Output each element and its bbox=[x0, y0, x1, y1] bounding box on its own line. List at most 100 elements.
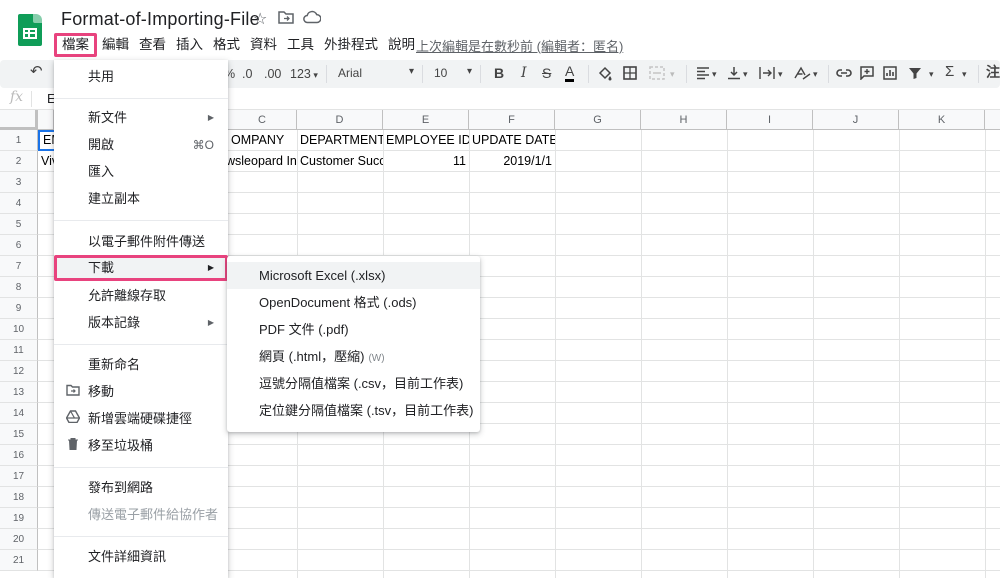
column-header-j[interactable]: J bbox=[813, 110, 899, 130]
cell-c2[interactable]: wsleopard Inc bbox=[226, 151, 297, 172]
column-header-d[interactable]: D bbox=[297, 110, 383, 130]
menu-insert[interactable]: 插入 bbox=[171, 34, 208, 56]
chevron-down-icon[interactable]: ▾ bbox=[962, 66, 967, 82]
row-header[interactable]: 18 bbox=[0, 487, 38, 508]
decrease-decimal-button[interactable]: .0 bbox=[242, 66, 252, 82]
row-header[interactable]: 1 bbox=[0, 130, 38, 151]
functions-button[interactable]: Σ bbox=[945, 64, 954, 80]
menu-view[interactable]: 查看 bbox=[134, 34, 171, 56]
row-header[interactable]: 6 bbox=[0, 235, 38, 256]
font-size-select[interactable]: 10 bbox=[434, 66, 472, 80]
download-html[interactable]: 網頁 (.html，壓縮) (W) bbox=[227, 343, 480, 370]
borders-icon[interactable] bbox=[623, 66, 637, 84]
cell-f2[interactable]: 2019/1/1 bbox=[469, 151, 555, 172]
row-header[interactable]: 11 bbox=[0, 340, 38, 361]
download-ods[interactable]: OpenDocument 格式 (.ods) bbox=[227, 289, 480, 316]
column-header-a[interactable] bbox=[38, 110, 54, 130]
menu-item-new[interactable]: 新文件 ▶ bbox=[54, 105, 228, 131]
cell-d2[interactable]: Customer Succe bbox=[297, 151, 383, 172]
text-rotation-icon[interactable] bbox=[793, 66, 811, 84]
cloud-status-icon[interactable] bbox=[303, 10, 322, 30]
select-all-corner[interactable] bbox=[0, 110, 38, 130]
menu-item-email-attachment[interactable]: 以電子郵件附件傳送 bbox=[54, 229, 228, 255]
row-header[interactable]: 3 bbox=[0, 172, 38, 193]
cell-f1[interactable]: UPDATE DATE bbox=[469, 130, 555, 151]
download-csv[interactable]: 逗號分隔值檔案 (.csv，目前工作表) bbox=[227, 370, 480, 397]
insert-chart-icon[interactable] bbox=[883, 66, 897, 84]
chevron-down-icon[interactable]: ▾ bbox=[778, 66, 783, 82]
row-header[interactable]: 17 bbox=[0, 466, 38, 487]
fill-color-icon[interactable] bbox=[597, 66, 613, 86]
menu-help[interactable]: 說明 bbox=[383, 34, 420, 56]
insert-link-icon[interactable] bbox=[836, 66, 852, 84]
row-header[interactable]: 20 bbox=[0, 529, 38, 550]
cell-e2[interactable]: 11 bbox=[383, 151, 469, 172]
insert-comment-icon[interactable] bbox=[860, 66, 874, 84]
menu-item-share[interactable]: 共用 bbox=[54, 64, 228, 90]
column-header-c[interactable]: C bbox=[228, 110, 297, 130]
row-header[interactable]: 2 bbox=[0, 151, 38, 172]
chevron-down-icon[interactable]: ▾ bbox=[929, 66, 934, 82]
text-color-button[interactable]: A bbox=[565, 64, 575, 82]
column-header-h[interactable]: H bbox=[641, 110, 727, 130]
column-header-i[interactable]: I bbox=[727, 110, 813, 130]
increase-decimal-button[interactable]: .00 bbox=[264, 66, 281, 82]
column-header-f[interactable]: F bbox=[469, 110, 555, 130]
column-header-g[interactable]: G bbox=[555, 110, 641, 130]
vertical-align-icon[interactable] bbox=[727, 66, 741, 84]
chevron-down-icon[interactable]: ▾ bbox=[712, 66, 717, 82]
column-header-k[interactable]: K bbox=[899, 110, 985, 130]
cell-a2[interactable]: Viv bbox=[38, 151, 54, 172]
horizontal-align-icon[interactable] bbox=[696, 66, 710, 84]
row-header[interactable]: 4 bbox=[0, 193, 38, 214]
row-header[interactable]: 12 bbox=[0, 361, 38, 382]
cell-d1[interactable]: DEPARTMENT bbox=[297, 130, 383, 151]
row-header[interactable]: 16 bbox=[0, 445, 38, 466]
row-header[interactable]: 21 bbox=[0, 550, 38, 571]
row-header[interactable]: 13 bbox=[0, 382, 38, 403]
menu-item-add-shortcut[interactable]: 新增雲端硬碟捷徑 bbox=[54, 406, 228, 432]
row-header[interactable]: 15 bbox=[0, 424, 38, 445]
chevron-down-icon[interactable]: ▾ bbox=[813, 66, 818, 82]
sheets-logo-icon[interactable] bbox=[18, 14, 42, 46]
row-header[interactable]: 8 bbox=[0, 277, 38, 298]
column-header-l[interactable] bbox=[985, 110, 1000, 130]
bold-button[interactable]: B bbox=[494, 65, 504, 81]
row-header[interactable]: 10 bbox=[0, 319, 38, 340]
cell-e1[interactable]: EMPLOYEE ID bbox=[383, 130, 469, 151]
menu-item-version-history[interactable]: 版本記錄 ▶ bbox=[54, 310, 228, 336]
menu-item-offline[interactable]: 允許離線存取 bbox=[54, 283, 228, 309]
menu-addons[interactable]: 外掛程式 bbox=[319, 34, 383, 56]
strikethrough-button[interactable]: S bbox=[542, 65, 551, 81]
document-title[interactable]: Format-of-Importing-File bbox=[61, 9, 260, 30]
merge-cells-icon[interactable] bbox=[649, 66, 665, 84]
row-header[interactable]: 5 bbox=[0, 214, 38, 235]
more-toolbar-button[interactable]: 注 bbox=[986, 64, 1000, 80]
last-edit-link[interactable]: 上次編輯是在數秒前 (編輯者：匿名) bbox=[416, 36, 623, 55]
menu-item-import[interactable]: 匯入 bbox=[54, 159, 228, 185]
row-header[interactable]: 7 bbox=[0, 256, 38, 277]
cell-c1[interactable]: OMPANY bbox=[228, 130, 297, 151]
chevron-down-icon[interactable]: ▾ bbox=[743, 66, 748, 82]
menu-item-details[interactable]: 文件詳細資訊 bbox=[54, 544, 228, 570]
menu-item-rename[interactable]: 重新命名 bbox=[54, 352, 228, 378]
download-tsv[interactable]: 定位鍵分隔值檔案 (.tsv，目前工作表) bbox=[227, 397, 480, 424]
menu-data[interactable]: 資料 bbox=[245, 34, 282, 56]
more-formats-button[interactable]: 123 ▾ bbox=[290, 66, 318, 83]
italic-button[interactable]: I bbox=[521, 65, 527, 81]
menu-item-make-copy[interactable]: 建立副本 bbox=[54, 186, 228, 212]
menu-item-trash[interactable]: 移至垃圾桶 bbox=[54, 433, 228, 459]
menu-file[interactable]: 檔案 bbox=[54, 33, 97, 57]
font-select[interactable]: Arial bbox=[338, 66, 414, 80]
text-wrap-icon[interactable] bbox=[759, 66, 775, 84]
menu-item-move[interactable]: 移動 bbox=[54, 379, 228, 405]
download-xlsx[interactable]: Microsoft Excel (.xlsx) bbox=[227, 262, 480, 289]
menu-tools[interactable]: 工具 bbox=[282, 34, 319, 56]
menu-item-publish[interactable]: 發布到網路 bbox=[54, 475, 228, 501]
menu-item-open[interactable]: 開啟 ⌘O bbox=[54, 132, 228, 158]
chevron-down-icon[interactable]: ▾ bbox=[670, 66, 675, 82]
row-header[interactable]: 19 bbox=[0, 508, 38, 529]
undo-icon[interactable]: ↶ bbox=[30, 64, 43, 80]
menu-format[interactable]: 格式 bbox=[208, 34, 245, 56]
star-icon[interactable]: ☆ bbox=[253, 10, 267, 30]
